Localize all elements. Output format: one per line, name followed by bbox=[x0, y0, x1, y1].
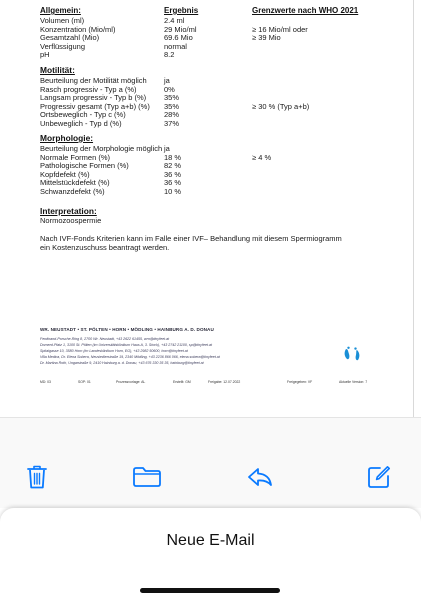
meta-created: Erstellt: GM bbox=[173, 380, 191, 384]
row-value: 8.2 bbox=[164, 50, 175, 59]
row-reference: ≥ 30 % (Typ a+b) bbox=[252, 101, 310, 111]
section-title-allgemein: Allgemein: bbox=[40, 6, 81, 15]
section-title-motilitaet: Motilität: bbox=[40, 65, 75, 75]
meta-md: MD: 03 bbox=[40, 380, 51, 384]
compose-button[interactable] bbox=[364, 462, 394, 492]
compose-icon bbox=[368, 466, 390, 488]
meta-approved: Freigegeben: VF bbox=[287, 380, 313, 384]
footer-address: Spitalgasse 10, 3580 Horn (im Landesklin… bbox=[40, 349, 188, 353]
footer-address: Ferdinand-Porsche-Ring 8, 2700 Wr. Neust… bbox=[40, 337, 170, 341]
page-edge bbox=[413, 0, 414, 418]
interpretation-text: Normozoospermie bbox=[40, 216, 102, 225]
footprints-logo-icon bbox=[344, 346, 360, 361]
draft-title: Neue E-Mail bbox=[166, 532, 255, 549]
meta-version: Aktuelle Version: 7 bbox=[339, 380, 368, 384]
meta-protocol: Prozessvorlage: AL bbox=[116, 380, 146, 384]
column-header-reference: Grenzwerte nach WHO 2021 bbox=[252, 6, 359, 15]
footer-address: Dr. Martina Roth, Ungarstraße 9, 2410 Ha… bbox=[40, 361, 204, 365]
mail-toolbar bbox=[0, 418, 421, 508]
row-value: 37% bbox=[164, 118, 180, 128]
meta-sop: SOP: 01 bbox=[78, 380, 91, 384]
row-value: 10 % bbox=[164, 186, 182, 196]
note-line-2: ein Kostenzuschuss beantragt werden. bbox=[40, 242, 170, 252]
reply-icon bbox=[248, 468, 272, 486]
section-title-interpretation: Interpretation: bbox=[40, 206, 97, 216]
delete-button[interactable] bbox=[22, 462, 52, 492]
home-indicator[interactable] bbox=[140, 588, 280, 593]
document-page: Allgemein: Ergebnis Grenzwerte nach WHO … bbox=[0, 0, 421, 418]
row-reference: ≥ 4 % bbox=[252, 152, 272, 162]
row-label: Unbeweglich - Typ d (%) bbox=[40, 118, 122, 128]
row-label: pH bbox=[40, 50, 50, 59]
reply-button[interactable] bbox=[245, 462, 275, 492]
footer-address: Villa Medica, Dr. Elena Sobera, Neusiedl… bbox=[40, 355, 220, 359]
column-header-result: Ergebnis bbox=[164, 6, 199, 15]
footer-locations: WR. NEUSTADT • ST. PÖLTEN • HORN • MÖDLI… bbox=[40, 327, 214, 332]
move-to-folder-button[interactable] bbox=[130, 462, 164, 492]
trash-icon bbox=[27, 465, 47, 489]
section-title-morphologie: Morphologie: bbox=[40, 133, 94, 143]
folder-icon bbox=[133, 467, 161, 487]
row-reference: ≥ 39 Mio bbox=[252, 33, 281, 42]
meta-release: Freigabe: 12.07.2022 bbox=[208, 380, 241, 384]
row-label: Schwanzdefekt (%) bbox=[40, 186, 105, 196]
new-mail-draft-sheet[interactable]: Neue E-Mail bbox=[0, 508, 421, 600]
footer-address: Domerd-Platz 1, 3100 St. Pölten (im Univ… bbox=[40, 343, 212, 347]
